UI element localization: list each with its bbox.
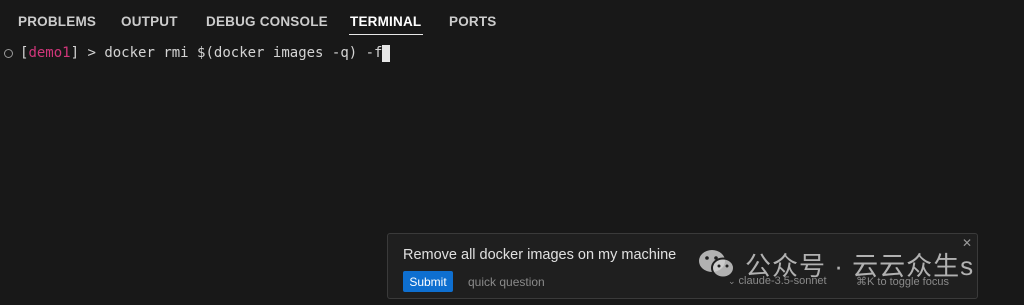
submit-button[interactable]: Submit bbox=[403, 271, 453, 292]
prompt-bracket-close: ] bbox=[70, 45, 80, 61]
text-cursor bbox=[382, 44, 391, 62]
ai-command-popup: Remove all docker images on my machine ✕… bbox=[387, 233, 978, 299]
circle-icon bbox=[4, 49, 13, 58]
active-tab-indicator bbox=[349, 34, 423, 35]
close-icon[interactable]: ✕ bbox=[962, 236, 972, 250]
quick-question-button[interactable]: quick question bbox=[468, 275, 545, 289]
prompt-line: [demo1] > docker rmi $(docker images -q)… bbox=[4, 43, 391, 63]
model-label: claude-3.5-sonnet bbox=[738, 275, 827, 287]
tab-output[interactable]: OUTPUT bbox=[121, 14, 178, 29]
panel-tab-bar: PROBLEMS OUTPUT DEBUG CONSOLE TERMINAL P… bbox=[0, 0, 1024, 44]
prompt-bracket-open: [ bbox=[20, 45, 29, 61]
query-input[interactable]: Remove all docker images on my machine bbox=[403, 247, 676, 263]
toggle-focus-hint: ⌘K to toggle focus bbox=[856, 276, 949, 288]
model-selector[interactable]: ⌄ claude-3.5-sonnet bbox=[728, 275, 827, 287]
chevron-down-icon: ⌄ bbox=[728, 276, 736, 286]
tab-problems[interactable]: PROBLEMS bbox=[18, 14, 96, 29]
tab-ports[interactable]: PORTS bbox=[449, 14, 497, 29]
tab-terminal[interactable]: TERMINAL bbox=[350, 14, 421, 29]
tab-debug-console[interactable]: DEBUG CONSOLE bbox=[206, 14, 328, 29]
prompt-symbol: > bbox=[79, 45, 105, 61]
env-name: demo1 bbox=[28, 45, 71, 61]
terminal-panel: PROBLEMS OUTPUT DEBUG CONSOLE TERMINAL P… bbox=[0, 0, 1024, 305]
command-text: docker rmi $(docker images -q) -f bbox=[104, 45, 383, 61]
